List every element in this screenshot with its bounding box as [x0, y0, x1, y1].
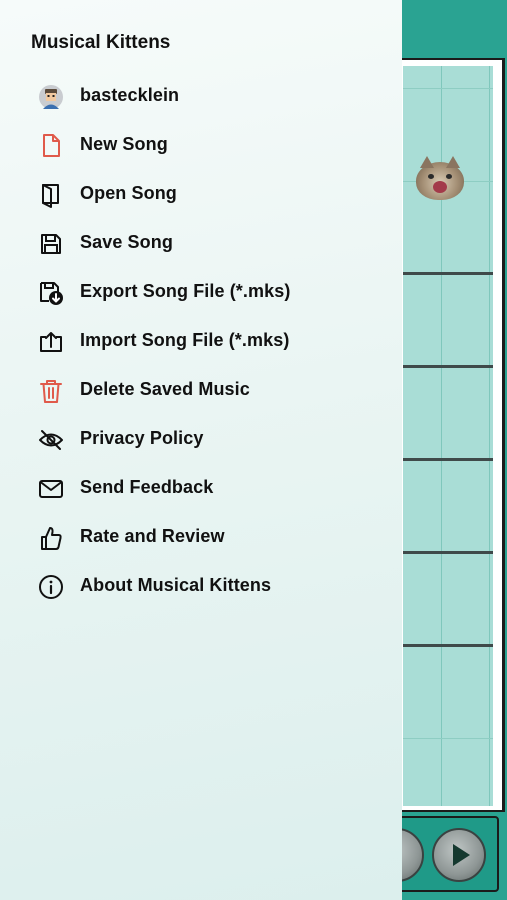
menu-item-label: bastecklein	[80, 85, 180, 105]
menu-item-delete-saved-music[interactable]: Delete Saved Music	[0, 366, 402, 415]
menu-item-label: Import Song File (*.mks)	[80, 330, 290, 350]
grid-measure-line	[403, 365, 493, 368]
menu-item-label: Privacy Policy	[80, 428, 204, 448]
kitten-mouth	[433, 181, 447, 193]
menu-item-send-feedback[interactable]: Send Feedback	[0, 464, 402, 513]
grid-row-line	[403, 88, 493, 89]
drawer-menu: bastecklein New Song Open Song Save Song…	[0, 72, 402, 611]
menu-item-label: About Musical Kittens	[80, 575, 272, 595]
eye-slash-icon	[38, 427, 64, 453]
menu-item-label: Open Song	[80, 183, 177, 203]
play-button[interactable]	[432, 828, 486, 882]
play-icon	[453, 844, 470, 866]
export-icon	[38, 280, 64, 306]
menu-item-about[interactable]: About Musical Kittens	[0, 562, 402, 611]
grid-measure-line	[403, 644, 493, 647]
info-icon	[38, 574, 64, 600]
trash-icon	[38, 378, 64, 404]
avatar-icon	[38, 84, 64, 110]
kitten-eye	[446, 174, 452, 179]
grid-measure-line	[403, 551, 493, 554]
floppy-disk-icon	[38, 231, 64, 257]
kitten-eye	[428, 174, 434, 179]
menu-item-label: New Song	[80, 134, 168, 154]
menu-item-privacy-policy[interactable]: Privacy Policy	[0, 415, 402, 464]
menu-item-import-song[interactable]: Import Song File (*.mks)	[0, 317, 402, 366]
kitten-note-icon[interactable]	[416, 156, 464, 200]
drawer-title: Musical Kittens	[31, 32, 171, 53]
menu-item-label: Export Song File (*.mks)	[80, 281, 291, 301]
grid-row-line	[403, 738, 493, 739]
menu-item-label: Send Feedback	[80, 477, 214, 497]
menu-item-label: Delete Saved Music	[80, 379, 250, 399]
side-drawer: Musical Kittens bastecklein New Song Ope…	[0, 0, 402, 900]
new-file-icon	[38, 133, 64, 159]
envelope-icon	[38, 476, 64, 502]
import-icon	[38, 329, 64, 355]
menu-item-export-song[interactable]: Export Song File (*.mks)	[0, 268, 402, 317]
menu-item-save-song[interactable]: Save Song	[0, 219, 402, 268]
grid-measure-line	[403, 272, 493, 275]
grid-measure-line	[403, 458, 493, 461]
menu-item-new-song[interactable]: New Song	[0, 121, 402, 170]
menu-item-user[interactable]: bastecklein	[0, 72, 402, 121]
menu-item-open-song[interactable]: Open Song	[0, 170, 402, 219]
thumbs-up-icon	[38, 525, 64, 551]
open-file-icon	[38, 182, 64, 208]
menu-item-label: Rate and Review	[80, 526, 225, 546]
menu-item-label: Save Song	[80, 232, 173, 252]
menu-item-rate-and-review[interactable]: Rate and Review	[0, 513, 402, 562]
grid-column-line	[489, 66, 490, 806]
